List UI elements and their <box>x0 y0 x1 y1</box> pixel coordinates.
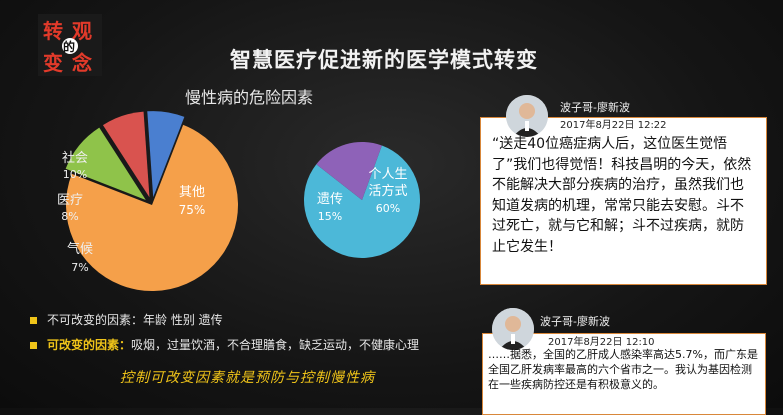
slice-label: 其他 <box>179 185 205 200</box>
post-date: 2017年8月22日 12:10 <box>548 337 655 348</box>
slice-label: 7% <box>71 261 88 274</box>
bullet-icon <box>30 317 37 324</box>
avatar <box>492 308 534 350</box>
bullet-icon <box>30 342 37 349</box>
fixed-factors-text: 年龄 性别 遗传 <box>143 313 223 327</box>
avatar <box>506 95 548 137</box>
modifiable-factors-text: 吸烟，过量饮酒，不合理膳食，缺乏运动，不健康心理 <box>131 338 420 352</box>
slice-label: 社会 <box>62 150 88 166</box>
slogan: 控制可改变因素就是预防与控制慢性病 <box>120 370 375 386</box>
post-text: ……据悉，全国的乙肝成人感染率高达5.7%，而广东是全国乙肝发病率最高的六个省市… <box>488 348 758 391</box>
fixed-factors-note: 不可改变的因素：年龄 性别 遗传 <box>30 311 223 328</box>
post-author: 波子哥-廖新波 <box>560 101 630 114</box>
watermark: bo Ld ...i. 1914 <box>600 392 767 413</box>
slice-label: 10% <box>63 168 87 181</box>
slice-label: 60% <box>376 202 400 215</box>
post-text: “送走40位癌症病人后，这位医生觉悟了”我们也得觉悟！科技昌明的今天，依然不能解… <box>492 136 752 255</box>
slice-label: 8% <box>61 210 78 223</box>
fixed-factors-label: 不可改变的因素： <box>47 313 144 327</box>
slice-label: 活方式 <box>368 183 407 199</box>
modifiable-factors-note: 可改变的因素：吸烟，过量饮酒，不合理膳食，缺乏运动，不健康心理 <box>30 336 419 353</box>
slice-label: 个人生 <box>368 167 407 182</box>
slice-label: 气候 <box>67 241 93 257</box>
post-date: 2017年8月22日 12:22 <box>560 120 667 131</box>
post-author: 波子哥-廖新波 <box>540 315 610 328</box>
slice-label: 75% <box>179 203 206 217</box>
modifiable-factors-label: 可改变的因素： <box>47 338 132 352</box>
slice-label: 医疗 <box>57 193 83 208</box>
slice-label: 15% <box>318 210 342 223</box>
slice-label: 遗传 <box>317 192 343 207</box>
